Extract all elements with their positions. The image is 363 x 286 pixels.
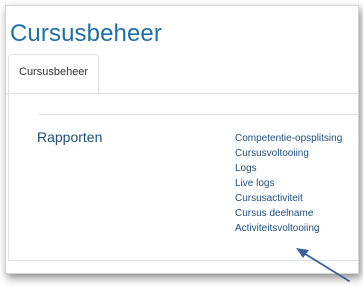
- course-admin-card: Cursusbeheer Cursusbeheer Rapporten Comp…: [5, 5, 359, 274]
- page-title: Cursusbeheer: [10, 20, 162, 47]
- panel-bottom-divider: [8, 260, 358, 261]
- link-cursusactiviteit[interactable]: Cursusactiviteit: [235, 191, 342, 206]
- link-live-logs[interactable]: Live logs: [235, 176, 342, 191]
- link-cursus-deelname[interactable]: Cursus deelname: [235, 206, 342, 221]
- section-title-rapporten: Rapporten: [37, 129, 103, 145]
- link-competentie-opsplitsing[interactable]: Competentie-opsplitsing: [235, 131, 342, 146]
- report-links-list: Competentie-opsplitsing Cursusvoltooiing…: [235, 131, 342, 236]
- section-divider: [39, 114, 358, 115]
- screenshot-stage: Cursusbeheer Cursusbeheer Rapporten Comp…: [0, 0, 363, 286]
- link-activiteitsvoltooiing[interactable]: Activiteitsvoltooiing: [235, 221, 342, 236]
- link-logs[interactable]: Logs: [235, 161, 342, 176]
- link-cursusvoltooiing[interactable]: Cursusvoltooiing: [235, 146, 342, 161]
- tab-cursusbeheer[interactable]: Cursusbeheer: [8, 54, 99, 93]
